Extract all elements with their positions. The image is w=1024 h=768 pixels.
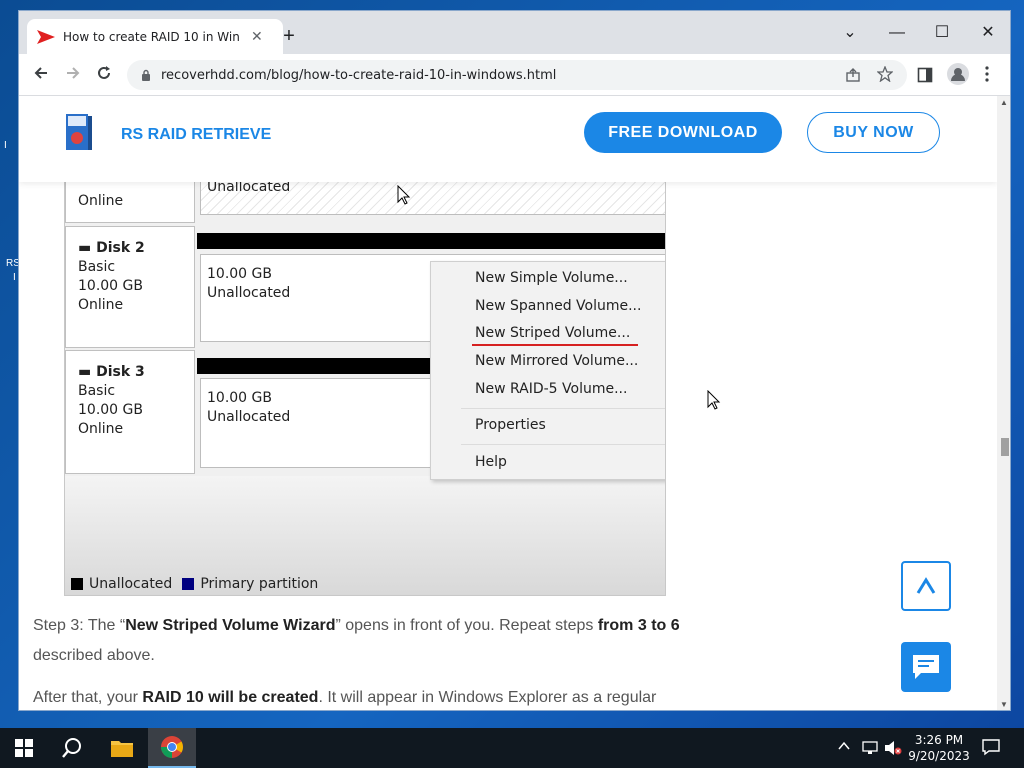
clock-date: 9/20/2023 [908,749,970,763]
disk-label-disk3: ▬ Disk 3 Basic 10.00 GB Online [65,350,195,474]
legend-label: Primary partition [200,576,319,592]
disk-icon: ▬ [78,364,97,380]
disk-status: Online [78,193,124,209]
browser-tab[interactable]: How to create RAID 10 in Windo ✕ [27,19,283,54]
brand-name[interactable]: RS RAID RETRIEVE [121,126,271,144]
windows-logo-icon [15,739,33,757]
reload-icon [98,66,110,79]
free-download-button[interactable]: FREE DOWNLOAD [584,112,782,153]
highlight-underline [472,344,638,346]
scroll-to-top-button[interactable] [901,561,951,611]
menu-item-properties[interactable]: Properties [475,417,546,433]
menu-item-new-striped-volume[interactable]: New Striped Volume... [475,325,630,341]
network-icon[interactable] [862,740,878,761]
legend-label: Unallocated [89,576,173,592]
disk-size: 10.00 GB [78,402,143,418]
address-bar[interactable]: recoverhdd.com/blog/how-to-create-raid-1… [127,60,907,90]
site-header: RS RAID RETRIEVE FREE DOWNLOAD BUY NOW [19,96,997,182]
disk-label-disk2: ▬ Disk 2 Basic 10.00 GB Online [65,226,195,348]
scroll-up-arrow-icon[interactable]: ▲ [1000,98,1008,107]
chrome-taskbar-button[interactable] [148,728,196,768]
taskbar: 3:26 PM 9/20/2023 [0,728,1024,768]
legend-swatch-unallocated [71,578,83,590]
back-button[interactable] [28,62,54,88]
disk-status: Online [78,297,124,313]
context-menu: New Simple Volume... New Spanned Volume.… [430,261,665,480]
disk-name: Disk 3 [96,364,145,380]
legend: Unallocated Primary partition [71,576,318,592]
side-panel-icon[interactable] [917,67,933,87]
taskbar-clock[interactable]: 3:26 PM 9/20/2023 [900,732,978,764]
clock-time: 3:26 PM [914,733,964,747]
page-scrollbar[interactable]: ▲ ▼ [997,96,1010,710]
file-explorer-button[interactable] [98,728,146,768]
menu-separator [461,408,665,409]
chevron-up-icon [916,577,936,594]
disk-size: 10.00 GB [78,278,143,294]
browser-toolbar: recoverhdd.com/blog/how-to-create-raid-1… [19,54,1010,96]
back-arrow-icon [34,67,47,79]
disk-management-screenshot: Online Unallocated ▬ Disk 2 Basic 10.00 … [64,170,666,596]
folder-icon [111,741,133,757]
menu-item-new-mirrored-volume[interactable]: New Mirrored Volume... [475,353,638,369]
result-paragraph: After that, your RAID 10 will be created… [33,689,657,706]
disk-name: Disk 2 [96,240,145,256]
menu-item-help[interactable]: Help [475,454,507,470]
step3-paragraph: Step 3: The “New Striped Volume Wizard” … [33,617,680,664]
tab-title: How to create RAID 10 in Windo [63,29,239,44]
chrome-icon [161,736,183,758]
menu-item-new-spanned-volume[interactable]: New Spanned Volume... [475,298,641,314]
tab-search-icon[interactable]: ⌄ [827,18,873,48]
desktop-icon-label[interactable]: I [4,140,18,151]
lock-icon [142,69,150,81]
chat-button[interactable] [901,642,951,692]
title-bar: How to create RAID 10 in Windo ✕ + ⌄ — ☐… [19,11,1010,54]
product-box-icon[interactable] [64,112,92,152]
bookmark-star-icon[interactable] [876,65,894,85]
maximize-button[interactable]: ☐ [919,18,965,48]
close-window-button[interactable]: ✕ [965,18,1010,48]
disk-icon: ▬ [78,240,97,256]
menu-separator [461,444,665,445]
mouse-cursor-icon [707,390,721,410]
search-icon [62,738,81,758]
legend-swatch-primary [182,578,195,590]
menu-item-new-raid5-volume[interactable]: New RAID-5 Volume... [475,381,627,397]
mouse-cursor-icon [397,185,411,205]
tab-close-icon[interactable]: ✕ [251,28,263,45]
disk-status: Online [78,421,124,437]
notification-icon[interactable] [982,738,1000,761]
new-tab-button[interactable]: + [277,25,301,48]
scroll-thumb[interactable] [1001,438,1009,456]
menu-item-new-simple-volume[interactable]: New Simple Volume... [475,270,628,286]
forward-button[interactable] [60,62,86,88]
site-favicon-icon [37,29,55,44]
page-viewport: Online Unallocated ▬ Disk 2 Basic 10.00 … [19,96,997,710]
tray-chevron-icon[interactable] [838,740,850,754]
url-text: recoverhdd.com/blog/how-to-create-raid-1… [161,67,557,83]
share-icon[interactable] [845,67,861,86]
browser-window: How to create RAID 10 in Windo ✕ + ⌄ — ☐… [18,10,1011,711]
chat-bubble-icon [913,655,939,679]
disk-bar [197,233,665,249]
reload-button[interactable] [91,62,117,88]
profile-avatar-icon[interactable] [947,63,969,89]
menu-kebab-icon[interactable] [984,66,990,86]
disk-type: Basic [78,383,116,399]
article-body: Step 3: The “New Striped Volume Wizard” … [33,611,713,710]
scroll-down-arrow-icon[interactable]: ▼ [1000,700,1008,709]
forward-arrow-icon [67,67,80,79]
buy-now-button[interactable]: BUY NOW [807,112,940,153]
minimize-button[interactable]: — [874,18,920,48]
start-button[interactable] [0,728,48,768]
disk-type: Basic [78,259,116,275]
search-button[interactable] [48,728,96,768]
